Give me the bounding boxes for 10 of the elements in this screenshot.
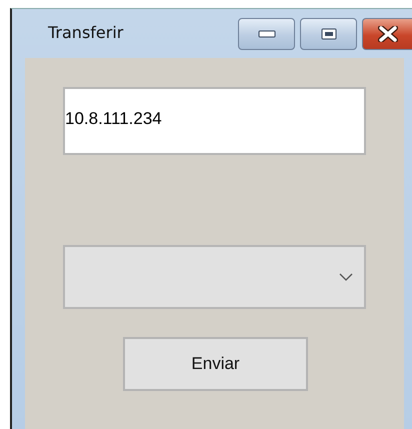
address-field[interactable]: 10.8.111.234 [63,87,366,155]
close-button[interactable] [362,18,412,50]
chevron-down-icon [339,273,353,281]
window-title: Transferir [48,23,124,42]
maximize-icon [320,28,336,40]
close-icon [378,26,398,42]
maximize-button[interactable] [300,18,357,50]
minimize-icon [258,30,276,38]
minimize-button[interactable] [238,18,295,50]
send-button[interactable]: Enviar [123,337,308,391]
